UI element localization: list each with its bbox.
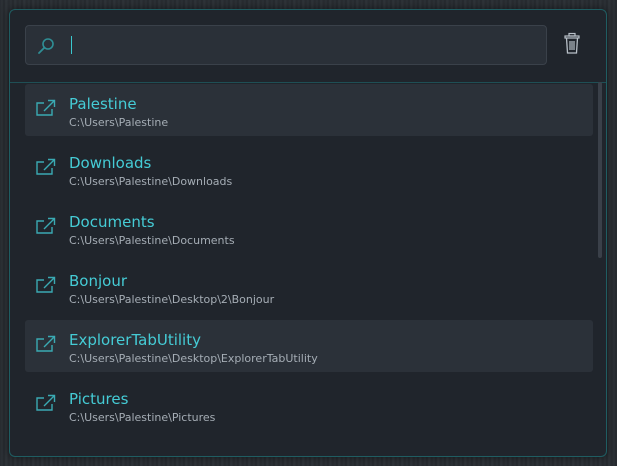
- item-title: Pictures: [69, 390, 129, 408]
- list-item[interactable]: Bonjour C:\Users\Palestine\Desktop\2\Bon…: [25, 261, 593, 313]
- trash-icon[interactable]: [562, 32, 582, 56]
- item-path: C:\Users\Palestine\Downloads: [69, 175, 233, 188]
- search-box[interactable]: [25, 25, 547, 65]
- open-external-icon: [36, 217, 56, 234]
- search-icon: [38, 38, 54, 54]
- item-title: Downloads: [69, 154, 152, 172]
- item-path: C:\Users\Palestine\Documents: [69, 234, 235, 247]
- scrollbar-thumb[interactable]: [598, 82, 602, 258]
- list-item[interactable]: Documents C:\Users\Palestine\Documents: [25, 202, 593, 254]
- item-path: C:\Users\Palestine\Pictures: [69, 411, 216, 424]
- item-title: Palestine: [69, 95, 137, 113]
- item-path: C:\Users\Palestine: [69, 116, 169, 129]
- item-path: C:\Users\Palestine\Desktop\ExplorerTabUt…: [69, 352, 318, 365]
- folder-list: Palestine C:\Users\Palestine Downloads C…: [25, 84, 593, 438]
- open-external-icon: [36, 335, 56, 352]
- list-item[interactable]: Palestine C:\Users\Palestine: [25, 84, 593, 136]
- list-item[interactable]: Pictures C:\Users\Palestine\Pictures: [25, 379, 593, 431]
- list-item[interactable]: ExplorerTabUtility C:\Users\Palestine\De…: [25, 320, 593, 372]
- window: Palestine C:\Users\Palestine Downloads C…: [9, 9, 607, 457]
- open-external-icon: [36, 394, 56, 411]
- item-title: ExplorerTabUtility: [69, 331, 201, 349]
- open-external-icon: [36, 158, 56, 175]
- search-input[interactable]: [70, 34, 530, 56]
- item-path: C:\Users\Palestine\Desktop\2\Bonjour: [69, 293, 275, 306]
- open-external-icon: [36, 99, 56, 116]
- divider: [10, 82, 606, 83]
- list-item[interactable]: Downloads C:\Users\Palestine\Downloads: [25, 143, 593, 195]
- open-external-icon: [36, 276, 56, 293]
- item-title: Documents: [69, 213, 155, 231]
- item-title: Bonjour: [69, 272, 127, 290]
- text-caret: [71, 36, 72, 54]
